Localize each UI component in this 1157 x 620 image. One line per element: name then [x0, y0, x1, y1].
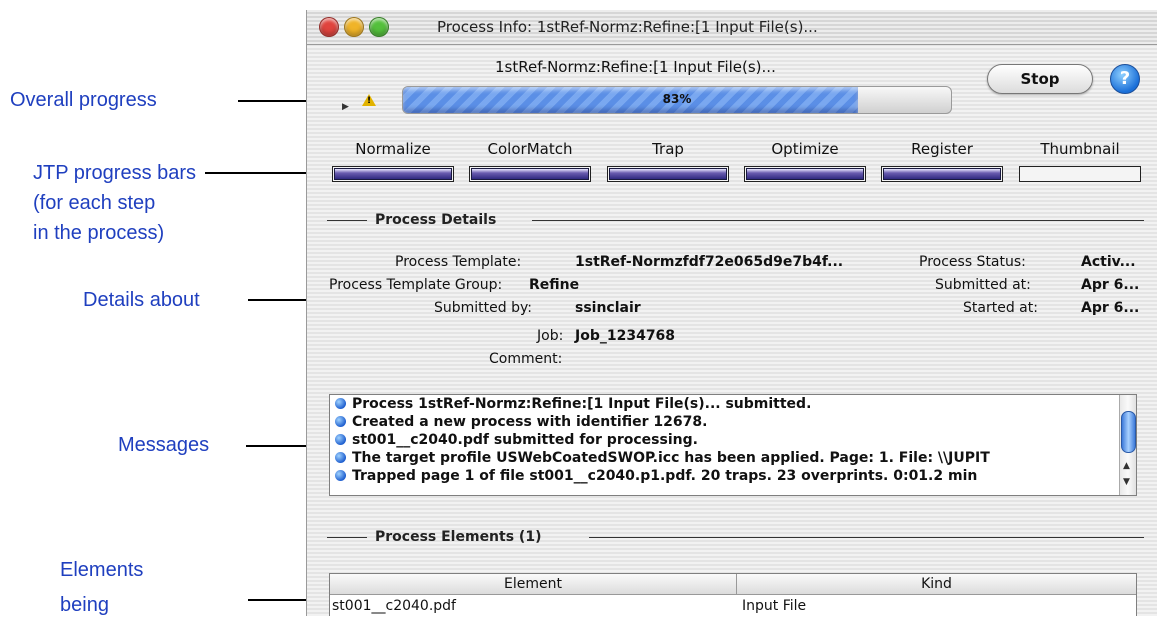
step-colormatch: ColorMatch	[469, 140, 591, 182]
job-label: Job:	[537, 328, 564, 344]
element-cell[interactable]: st001__c2040.pdf	[330, 595, 736, 616]
template-group-label: Process Template Group:	[329, 277, 503, 293]
step-trap: Trap	[607, 140, 729, 182]
scroll-up-arrow-icon[interactable]: ▲	[1123, 461, 1130, 471]
zoom-window-button[interactable]	[369, 17, 389, 37]
title-bar[interactable]: Process Info: 1stRef-Normz:Refine:[1 Inp…	[307, 10, 1157, 45]
scrollbar-thumb[interactable]	[1121, 411, 1136, 453]
step-optimize: Optimize	[744, 140, 866, 182]
job-value: Job_1234768	[575, 328, 676, 344]
step-progress-bar	[881, 166, 1003, 182]
step-label: Trap	[652, 140, 684, 158]
process-info-window: Process Info: 1stRef-Normz:Refine:[1 Inp…	[306, 10, 1157, 616]
step-label: ColorMatch	[487, 140, 573, 158]
step-progress-fill	[883, 168, 1001, 180]
process-template-value: 1stRef-Normzfdf72e065d9e7b4f...	[575, 254, 844, 270]
step-label: Normalize	[355, 140, 431, 158]
annotation-jtp-line3: in the process)	[33, 222, 165, 244]
info-bullet-icon	[335, 434, 346, 445]
close-window-button[interactable]	[319, 17, 339, 37]
stop-button[interactable]: Stop	[987, 64, 1093, 94]
message-item[interactable]: The target profile USWebCoatedSWOP.icc h…	[330, 449, 1136, 467]
message-text: Trapped page 1 of file st001__c2040.p1.p…	[352, 468, 978, 484]
submitted-by-label: Submitted by:	[434, 300, 532, 316]
kind-cell[interactable]: Input File	[740, 595, 1132, 616]
annotation-overall-progress: Overall progress	[10, 89, 157, 111]
step-thumbnail: Thumbnail	[1019, 140, 1141, 182]
group-divider	[327, 220, 367, 221]
submitted-at-value: Apr 6...	[1081, 277, 1140, 293]
step-progress-bar	[607, 166, 729, 182]
step-progress-bar	[1019, 166, 1141, 182]
step-normalize: Normalize	[332, 140, 454, 182]
message-text: The target profile USWebCoatedSWOP.icc h…	[352, 450, 990, 466]
step-progress-bar	[744, 166, 866, 182]
step-label: Thumbnail	[1040, 140, 1120, 158]
column-header-element[interactable]: Element	[330, 574, 737, 595]
message-item[interactable]: st001__c2040.pdf submitted for processin…	[330, 431, 1136, 449]
group-divider	[589, 537, 1144, 538]
group-divider	[532, 220, 1144, 221]
message-text: st001__c2040.pdf submitted for processin…	[352, 432, 698, 448]
messages-list[interactable]: Process 1stRef-Normz:Refine:[1 Input Fil…	[329, 394, 1137, 496]
step-progress-fill	[746, 168, 864, 180]
process-status-label: Process Status:	[919, 254, 1026, 270]
disclosure-triangle-icon[interactable]: ▶	[342, 102, 349, 112]
comment-label: Comment:	[489, 351, 563, 367]
step-label: Register	[911, 140, 973, 158]
step-progress-fill	[609, 168, 727, 180]
message-item[interactable]: Trapped page 1 of file st001__c2040.p1.p…	[330, 467, 1136, 485]
scroll-down-arrow-icon[interactable]: ▼	[1123, 477, 1130, 487]
step-register: Register	[881, 140, 1003, 182]
info-bullet-icon	[335, 452, 346, 463]
window-title: Process Info: 1stRef-Normz:Refine:[1 Inp…	[437, 18, 818, 36]
message-item[interactable]: Created a new process with identifier 12…	[330, 413, 1136, 431]
template-group-value: Refine	[529, 277, 580, 293]
process-details-title: Process Details	[375, 212, 497, 228]
annotation-messages: Messages	[118, 434, 210, 456]
annotation-details: Details about	[83, 289, 200, 311]
info-bullet-icon	[335, 470, 346, 481]
step-progress-bar	[332, 166, 454, 182]
help-button[interactable]: ?	[1110, 64, 1140, 94]
started-at-label: Started at:	[963, 300, 1038, 316]
annotation-jtp-line2: (for each step	[33, 192, 156, 214]
step-progress-fill	[334, 168, 452, 180]
process-template-label: Process Template:	[395, 254, 522, 270]
process-name: 1stRef-Normz:Refine:[1 Input File(s)...	[495, 58, 776, 76]
process-elements-title: Process Elements (1)	[375, 529, 542, 545]
messages-scrollbar[interactable]: ▲ ▼	[1119, 395, 1136, 495]
overall-progress-bar: 83%	[402, 86, 952, 114]
step-label: Optimize	[771, 140, 839, 158]
info-bullet-icon	[335, 398, 346, 409]
overall-progress-percent: 83%	[662, 92, 692, 106]
minimize-window-button[interactable]	[344, 17, 364, 37]
submitted-at-label: Submitted at:	[935, 277, 1031, 293]
process-status-value: Activ...	[1081, 254, 1136, 270]
started-at-value: Apr 6...	[1081, 300, 1140, 316]
column-header-kind[interactable]: Kind	[737, 574, 1136, 595]
warning-icon-mark: !	[367, 96, 372, 106]
group-divider	[327, 537, 367, 538]
message-text: Process 1stRef-Normz:Refine:[1 Input Fil…	[352, 396, 812, 412]
process-elements-table: Element Kind st001__c2040.pdf Input File	[329, 573, 1137, 616]
step-progress-fill	[471, 168, 589, 180]
info-bullet-icon	[335, 416, 346, 427]
message-text: Created a new process with identifier 12…	[352, 414, 708, 430]
annotation-jtp-line1: JTP progress bars	[33, 162, 197, 184]
submitted-by-value: ssinclair	[575, 300, 641, 316]
annotation-elements-line1: Elements	[60, 559, 144, 581]
step-progress-bar	[469, 166, 591, 182]
message-item[interactable]: Process 1stRef-Normz:Refine:[1 Input Fil…	[330, 395, 1136, 413]
